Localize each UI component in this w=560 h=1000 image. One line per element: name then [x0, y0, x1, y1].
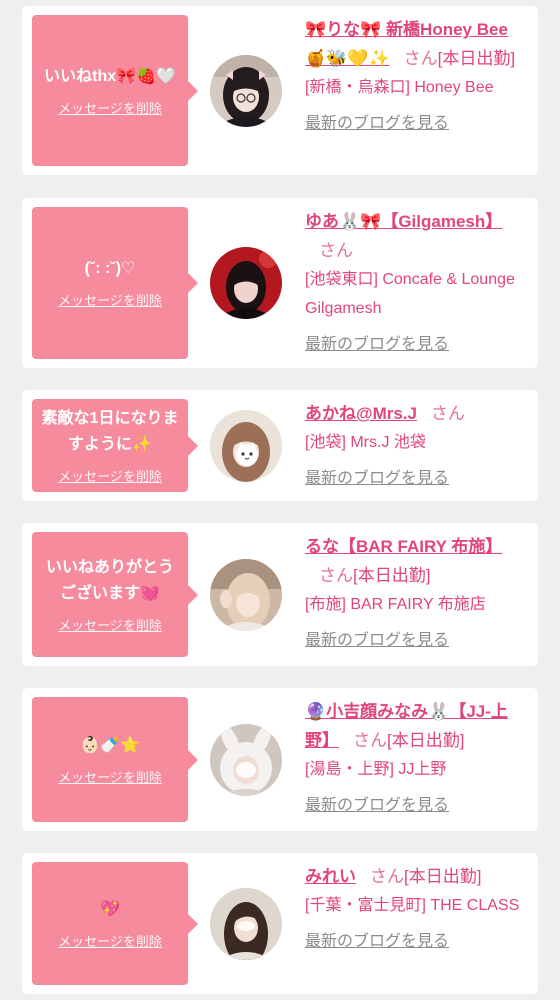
message-card: いいねthx🎀🍓🤍 メッセージを削除 🎀りな🎀 新橋Honey Bee 🍯🐝💛✨… [22, 6, 538, 175]
latest-blog-link[interactable]: 最新のブログを見る [305, 930, 449, 954]
message-bubble: いいねthx🎀🍓🤍 メッセージを削除 [32, 15, 198, 166]
latest-blog-link[interactable]: 最新のブログを見る [305, 467, 449, 491]
cast-name-link[interactable]: みれい [305, 867, 356, 886]
message-card: 💖 メッセージを削除 みれい さん[本日出勤] [千葉・富士見町] THE CLA… [22, 853, 538, 994]
message-bubble: 素敵な1日になりますように✨ メッセージを削除 [32, 399, 198, 492]
delete-message-link[interactable]: メッセージを削除 [58, 617, 162, 635]
latest-blog-link[interactable]: 最新のブログを見る [305, 333, 449, 357]
honorific: さん [353, 731, 387, 750]
shop-location: [池袋] Mrs.J 池袋 [305, 434, 426, 451]
message-bubble: 👶🏻🍼⭐ メッセージを削除 [32, 697, 198, 822]
shop-location: [湯島・上野] JJ上野 [305, 761, 447, 778]
latest-blog-link[interactable]: 最新のブログを見る [305, 629, 449, 653]
message-text: (˘: :˘)♡ [84, 260, 136, 277]
honorific: さん [319, 566, 353, 585]
message-text: 素敵な1日になりますように✨ [41, 409, 179, 453]
shop-location: [池袋東口] Concafe & Lounge Gilgamesh [305, 271, 515, 317]
cast-info: 🎀りな🎀 新橋Honey Bee 🍯🐝💛✨ さん[本日出勤] [新橋・烏森口] H… [305, 15, 525, 136]
cast-name-line: あかね@Mrs.J さん [305, 399, 525, 428]
cast-info: あかね@Mrs.J さん [池袋] Mrs.J 池袋 最新のブログを見る [305, 399, 525, 491]
avatar-photo [210, 54, 282, 127]
cast-name-link[interactable]: るな【BAR FAIRY 布施】 [305, 537, 502, 556]
latest-blog-link[interactable]: 最新のブログを見る [305, 794, 449, 818]
message-bubble: 💖 メッセージを削除 [32, 862, 198, 985]
cast-name-link[interactable]: あかね@Mrs.J [305, 404, 417, 423]
message-text: 👶🏻🍼⭐ [80, 736, 140, 754]
avatar-photo [210, 247, 282, 319]
message-bubble: いいねありがとうございます💓 メッセージを削除 [32, 532, 198, 657]
attendance-status: [本日出勤] [437, 49, 516, 68]
avatar-photo [210, 558, 282, 631]
avatar[interactable] [210, 409, 282, 482]
cast-info: みれい さん[本日出勤] [千葉・富士見町] THE CLASS 最新のブログを見… [305, 862, 525, 954]
cast-info: ゆあ🐰🎀【Gilgamesh】さん [池袋東口] Concafe & Loung… [305, 207, 525, 357]
message-card: (˘: :˘)♡ メッセージを削除 ゆあ🐰🎀【Gilgamesh】さん [池袋東… [22, 198, 538, 368]
message-text: いいねありがとうございます💓 [45, 558, 174, 602]
avatar[interactable] [210, 54, 282, 127]
delete-message-link[interactable]: メッセージを削除 [58, 292, 162, 310]
attendance-status: [本日出勤] [353, 566, 431, 585]
delete-message-link[interactable]: メッセージを削除 [58, 100, 162, 118]
cast-info: 🔮小吉顔みなみ🐰【JJ-上野】 さん[本日出勤] [湯島・上野] JJ上野 最新の… [305, 697, 525, 818]
attendance-status: [本日出勤] [387, 731, 465, 750]
delete-message-link[interactable]: メッセージを削除 [58, 468, 162, 486]
avatar-photo [210, 887, 282, 960]
avatar[interactable] [210, 887, 282, 960]
avatar[interactable] [210, 723, 282, 796]
avatar[interactable] [210, 247, 282, 319]
delete-message-link[interactable]: メッセージを削除 [58, 769, 162, 787]
message-text: いいねthx🎀🍓🤍 [44, 67, 176, 85]
avatar-photo [210, 409, 282, 482]
message-card: 👶🏻🍼⭐ メッセージを削除 🔮小吉顔みなみ🐰【JJ-上野】 さん[本日出勤] [湯… [22, 688, 538, 831]
honorific: さん [403, 49, 438, 68]
message-card: いいねありがとうございます💓 メッセージを削除 るな【BAR FAIRY 布施】… [22, 523, 538, 666]
avatar-photo [210, 723, 282, 796]
honorific: さん [370, 867, 404, 886]
latest-blog-link[interactable]: 最新のブログを見る [305, 112, 449, 136]
avatar[interactable] [210, 558, 282, 631]
message-card: 素敵な1日になりますように✨ メッセージを削除 あかね@Mrs.J さん [池袋]… [22, 390, 538, 501]
message-bubble: (˘: :˘)♡ メッセージを削除 [32, 207, 198, 359]
cast-name-line: 🎀りな🎀 新橋Honey Bee 🍯🐝💛✨ さん[本日出勤] [305, 15, 525, 73]
honorific: さん [319, 241, 353, 260]
shop-location: [新橋・烏森口] Honey Bee [305, 79, 494, 96]
cast-name-line: みれい さん[本日出勤] [305, 862, 525, 891]
cast-name-line: 🔮小吉顔みなみ🐰【JJ-上野】 さん[本日出勤] [305, 697, 525, 755]
honorific: さん [431, 404, 465, 423]
cast-name-line: るな【BAR FAIRY 布施】さん[本日出勤] [305, 532, 525, 590]
delete-message-link[interactable]: メッセージを削除 [58, 933, 162, 951]
message-text: 💖 [100, 900, 120, 918]
message-list: いいねthx🎀🍓🤍 メッセージを削除 🎀りな🎀 新橋Honey Bee 🍯🐝💛✨… [0, 0, 560, 1000]
cast-info: るな【BAR FAIRY 布施】さん[本日出勤] [布施] BAR FAIRY … [305, 532, 525, 653]
cast-name-line: ゆあ🐰🎀【Gilgamesh】さん [305, 207, 525, 265]
attendance-status: [本日出勤] [404, 867, 482, 886]
shop-location: [布施] BAR FAIRY 布施店 [305, 596, 486, 613]
shop-location: [千葉・富士見町] THE CLASS [305, 897, 520, 914]
cast-name-link[interactable]: ゆあ🐰🎀【Gilgamesh】 [305, 212, 502, 231]
